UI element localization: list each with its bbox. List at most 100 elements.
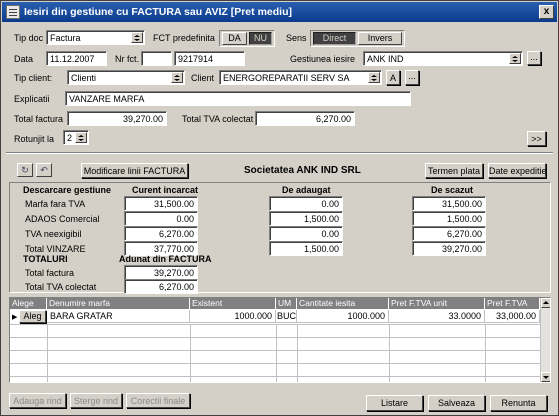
invers-toggle[interactable]: Invers [358,32,402,45]
grid-header-alege[interactable]: Alege [10,298,47,309]
rotunjit-label: Rotunjit la [14,134,55,144]
salveaza-button[interactable]: Salveaza [428,395,485,411]
tip-doc-select[interactable]: Factura [46,30,145,45]
modificare-linii-button[interactable]: Modificare linii FACTURA [81,163,188,178]
da-toggle[interactable]: DA [222,32,247,45]
grid-divider [485,324,486,382]
summary-total-factura-value: 39,270.00 [124,265,198,280]
nr-fct-input[interactable]: 9217914 [174,51,245,66]
total-tva-label: Total TVA colectat [182,114,254,124]
totaluri-label: TOTALURI [23,254,68,264]
summary-row-label: Total VINZARE [25,244,86,254]
items-grid[interactable]: Alege Denumire marfa Existent UM Cantita… [9,297,551,383]
client-more-button[interactable]: ... [405,70,419,85]
grid-divider [389,324,390,382]
scazut-value: 6,270.00 [412,226,486,241]
grid-header-pret[interactable]: Pret F.TVA [485,298,540,309]
total-factura-value: 39,270.00 [67,111,167,126]
refresh-icon[interactable]: ↻ [17,163,33,177]
grid-cell-pret-unit[interactable]: 33.0000 [389,310,485,323]
close-button[interactable]: x [539,5,554,19]
summary-total-tva-label: Total TVA colectat [25,282,97,292]
summary-row-label: TVA neexigibil [25,229,82,239]
client-a-button[interactable]: A [386,70,400,85]
nu-toggle[interactable]: NU [249,32,272,45]
grid-header-pret-unit[interactable]: Pret F.TVA unit [389,298,485,309]
direct-toggle[interactable]: Direct [313,32,356,45]
nr-fct-prefix-input[interactable] [141,51,172,66]
window-app-icon [6,5,20,19]
societatea-label: Societatea ANK IND SRL [244,165,361,176]
adauga-rind-button[interactable]: Adauga rind [9,393,66,408]
corectii-finale-button[interactable]: Corectii finale [126,393,190,408]
next-button[interactable]: >> [527,131,546,146]
summary-row-label: Marfa fara TVA [25,199,86,209]
fct-predefinita-label: FCT predefinita [153,33,215,43]
tip-client-value: Clienti [71,73,97,83]
summary-row-label: ADAOS Comercial [25,214,100,224]
grid-header-existent[interactable]: Existent [190,298,276,309]
grid-cell-cantitate[interactable]: 1000.000 [297,310,389,323]
row-pointer-icon: ▶ [12,314,18,321]
tip-doc-label: Tip doc [14,33,44,43]
total-factura-label: Total factura [14,114,64,124]
scazut-value: 31,500.00 [412,196,486,211]
client-value: ENERGOREPARATII SERV SA [223,73,350,83]
summary-total-factura-label: Total factura [25,268,75,278]
main-window: Iesiri din gestiune cu FACTURA sau AVIZ … [0,0,559,416]
grid-cell-denumire[interactable]: BARA GRATAR [47,310,190,323]
adaugat-value: 1,500.00 [269,211,343,226]
adaugat-value: 1,500.00 [269,241,343,256]
data-label: Data [14,54,34,64]
grid-empty-rows [10,324,540,382]
descarcare-header: Descarcare gestiune [23,185,112,195]
tip-client-dropdown-icon[interactable] [171,72,183,83]
client-dropdown-icon[interactable] [368,72,380,83]
curent-value: 0.00 [124,211,198,226]
scazut-value: 39,270.00 [412,241,486,256]
grid-divider [276,324,277,382]
scroll-up-icon[interactable] [541,298,550,308]
curent-value: 6,270.00 [124,226,198,241]
grid-divider [190,324,191,382]
col-scazut-header: De scazut [431,185,474,195]
gestiunea-label: Gestiunea iesire [290,54,356,64]
grid-header-denumire[interactable]: Denumire marfa [47,298,190,309]
gestiunea-more-button[interactable]: ... [527,51,541,65]
grid-header-um[interactable]: UM [276,298,297,309]
termen-plata-button[interactable]: Termen plata [425,163,483,178]
grid-cell-pret[interactable]: 33,000.00 [485,310,540,323]
rotunjit-value: 2 [67,133,73,143]
summary-total-tva-value: 6,270.00 [124,279,198,294]
data-input[interactable]: 11.12.2007 [46,51,107,66]
col-curent-header: Curent incarcat [132,185,199,195]
gestiunea-dropdown-icon[interactable] [509,53,521,64]
listare-button[interactable]: Listare [366,395,423,411]
aleg-button[interactable]: Aleg [19,310,46,323]
gestiunea-select[interactable]: ANK IND [363,51,523,66]
grid-cell-um[interactable]: BUC [276,310,297,323]
rotunjit-select[interactable]: 2 [63,130,89,145]
grid-divider [297,324,298,382]
explicatii-input[interactable]: VANZARE MARFA [65,91,411,106]
grid-vertical-scrollbar[interactable] [540,298,550,382]
adunat-label: Adunat din FACTURA [119,254,212,264]
tip-doc-dropdown-icon[interactable] [131,32,143,43]
tip-client-select[interactable]: Clienti [67,70,185,85]
sens-label: Sens [286,33,307,43]
sterge-rind-button[interactable]: Sterge rind [70,393,122,408]
renunta-button[interactable]: Renunta [490,395,547,411]
gestiunea-value: ANK IND [367,54,404,64]
grid-header-cantitate[interactable]: Cantitate iesita [297,298,389,309]
explicatii-label: Explicatii [14,94,50,104]
undo-icon[interactable]: ↶ [36,163,52,177]
adaugat-value: 0.00 [269,226,343,241]
rotunjit-dropdown-icon[interactable] [75,132,87,143]
scroll-down-icon[interactable] [541,372,550,382]
adaugat-value: 0.00 [269,196,343,211]
client-select[interactable]: ENERGOREPARATII SERV SA [219,70,382,85]
col-adaugat-header: De adaugat [282,185,331,195]
date-expeditie-button[interactable]: Date expeditie [488,163,547,178]
scazut-value: 1,500.00 [412,211,486,226]
grid-cell-existent[interactable]: 1000.000 [190,310,276,323]
